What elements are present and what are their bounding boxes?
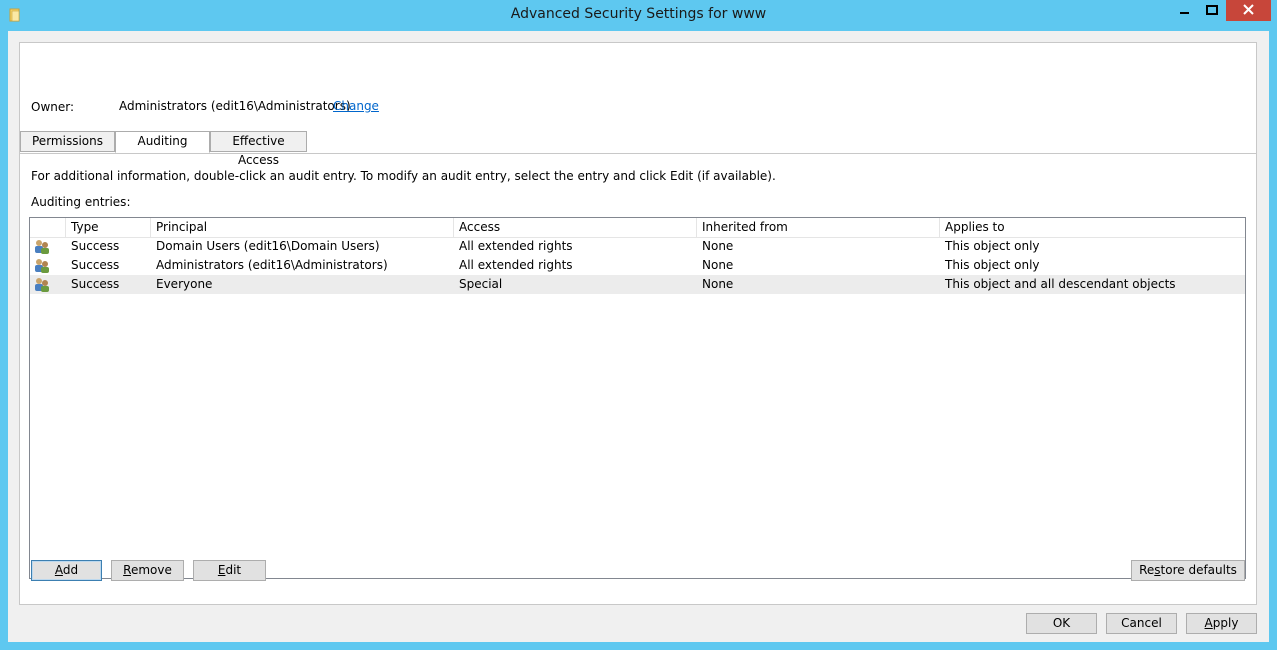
cell-type: Success: [71, 258, 120, 272]
tab-bar: Permissions Auditing Effective Access: [20, 131, 1256, 167]
dialog-client-area: Owner: Administrators (edit16\Administra…: [8, 31, 1269, 642]
restore-defaults-button[interactable]: Restore defaults: [1131, 560, 1245, 581]
cell-inherited-from: None: [702, 277, 734, 291]
close-icon: [1243, 4, 1254, 15]
cell-applies-to: This object only: [945, 239, 1040, 253]
table-row[interactable]: Success Everyone Special None This objec…: [30, 275, 1245, 294]
apply-mnemonic: A: [1204, 616, 1213, 630]
list-header: Type Principal Access Inherited from App…: [30, 218, 1245, 238]
cell-applies-to: This object and all descendant objects: [945, 277, 1176, 291]
cancel-button[interactable]: Cancel: [1106, 613, 1177, 634]
dialog-window: Advanced Security Settings for www Owner…: [0, 0, 1277, 650]
table-row[interactable]: Success Administrators (edit16\Administr…: [30, 256, 1245, 275]
edit-label: dit: [225, 563, 242, 577]
restore-label-rest: tore defaults: [1160, 563, 1237, 577]
minimize-button[interactable]: [1170, 0, 1198, 21]
cell-principal: Administrators (edit16\Administrators): [156, 258, 388, 272]
cell-type: Success: [71, 239, 120, 253]
cell-access: Special: [459, 277, 503, 291]
add-mnemonic: A: [54, 563, 63, 577]
auditing-entries-label: Auditing entries:: [31, 195, 131, 209]
users-icon: [35, 240, 49, 254]
edit-button[interactable]: Edit: [193, 560, 266, 581]
column-header-access[interactable]: Access: [454, 218, 697, 237]
maximize-icon: [1206, 5, 1218, 15]
window-title: Advanced Security Settings for www: [510, 6, 767, 22]
column-header-inherited-from[interactable]: Inherited from: [697, 218, 940, 237]
column-header-applies-to[interactable]: Applies to: [940, 218, 1245, 237]
cell-principal: Everyone: [156, 277, 213, 291]
tab-permissions[interactable]: Permissions: [20, 131, 115, 152]
cell-access: All extended rights: [459, 258, 573, 272]
cell-principal: Domain Users (edit16\Domain Users): [156, 239, 380, 253]
remove-mnemonic: R: [123, 563, 131, 577]
info-text: For additional information, double-click…: [31, 169, 776, 183]
owner-label: Owner:: [31, 100, 75, 114]
column-header-principal[interactable]: Principal: [151, 218, 454, 237]
ok-button[interactable]: OK: [1026, 613, 1097, 634]
cell-inherited-from: None: [702, 239, 734, 253]
add-label: dd: [62, 563, 79, 577]
remove-label: emove: [130, 563, 172, 577]
tab-auditing[interactable]: Auditing: [115, 131, 210, 153]
title-bar[interactable]: Advanced Security Settings for www: [0, 0, 1277, 31]
add-button[interactable]: Add: [31, 560, 102, 581]
users-icon: [35, 278, 49, 292]
tab-effective-access[interactable]: Effective Access: [210, 131, 307, 167]
cell-applies-to: This object only: [945, 258, 1040, 272]
owner-value: Administrators (edit16\Administrators): [119, 99, 351, 113]
maximize-button[interactable]: [1198, 0, 1226, 21]
minimize-icon: [1180, 12, 1189, 14]
cell-access: All extended rights: [459, 239, 573, 253]
table-row[interactable]: Success Domain Users (edit16\Domain User…: [30, 237, 1245, 256]
cell-inherited-from: None: [702, 258, 734, 272]
apply-label: pply: [1212, 616, 1239, 630]
apply-button[interactable]: Apply: [1186, 613, 1257, 634]
column-header-type[interactable]: Type: [66, 218, 151, 237]
users-icon: [35, 259, 49, 273]
restore-label-pre: Re: [1139, 563, 1155, 577]
column-header-icon[interactable]: [30, 218, 66, 237]
cell-type: Success: [71, 277, 120, 291]
auditing-entries-list[interactable]: Type Principal Access Inherited from App…: [29, 217, 1246, 579]
close-button[interactable]: [1226, 0, 1271, 21]
change-owner-link[interactable]: Change: [333, 99, 379, 113]
remove-button[interactable]: Remove: [111, 560, 184, 581]
